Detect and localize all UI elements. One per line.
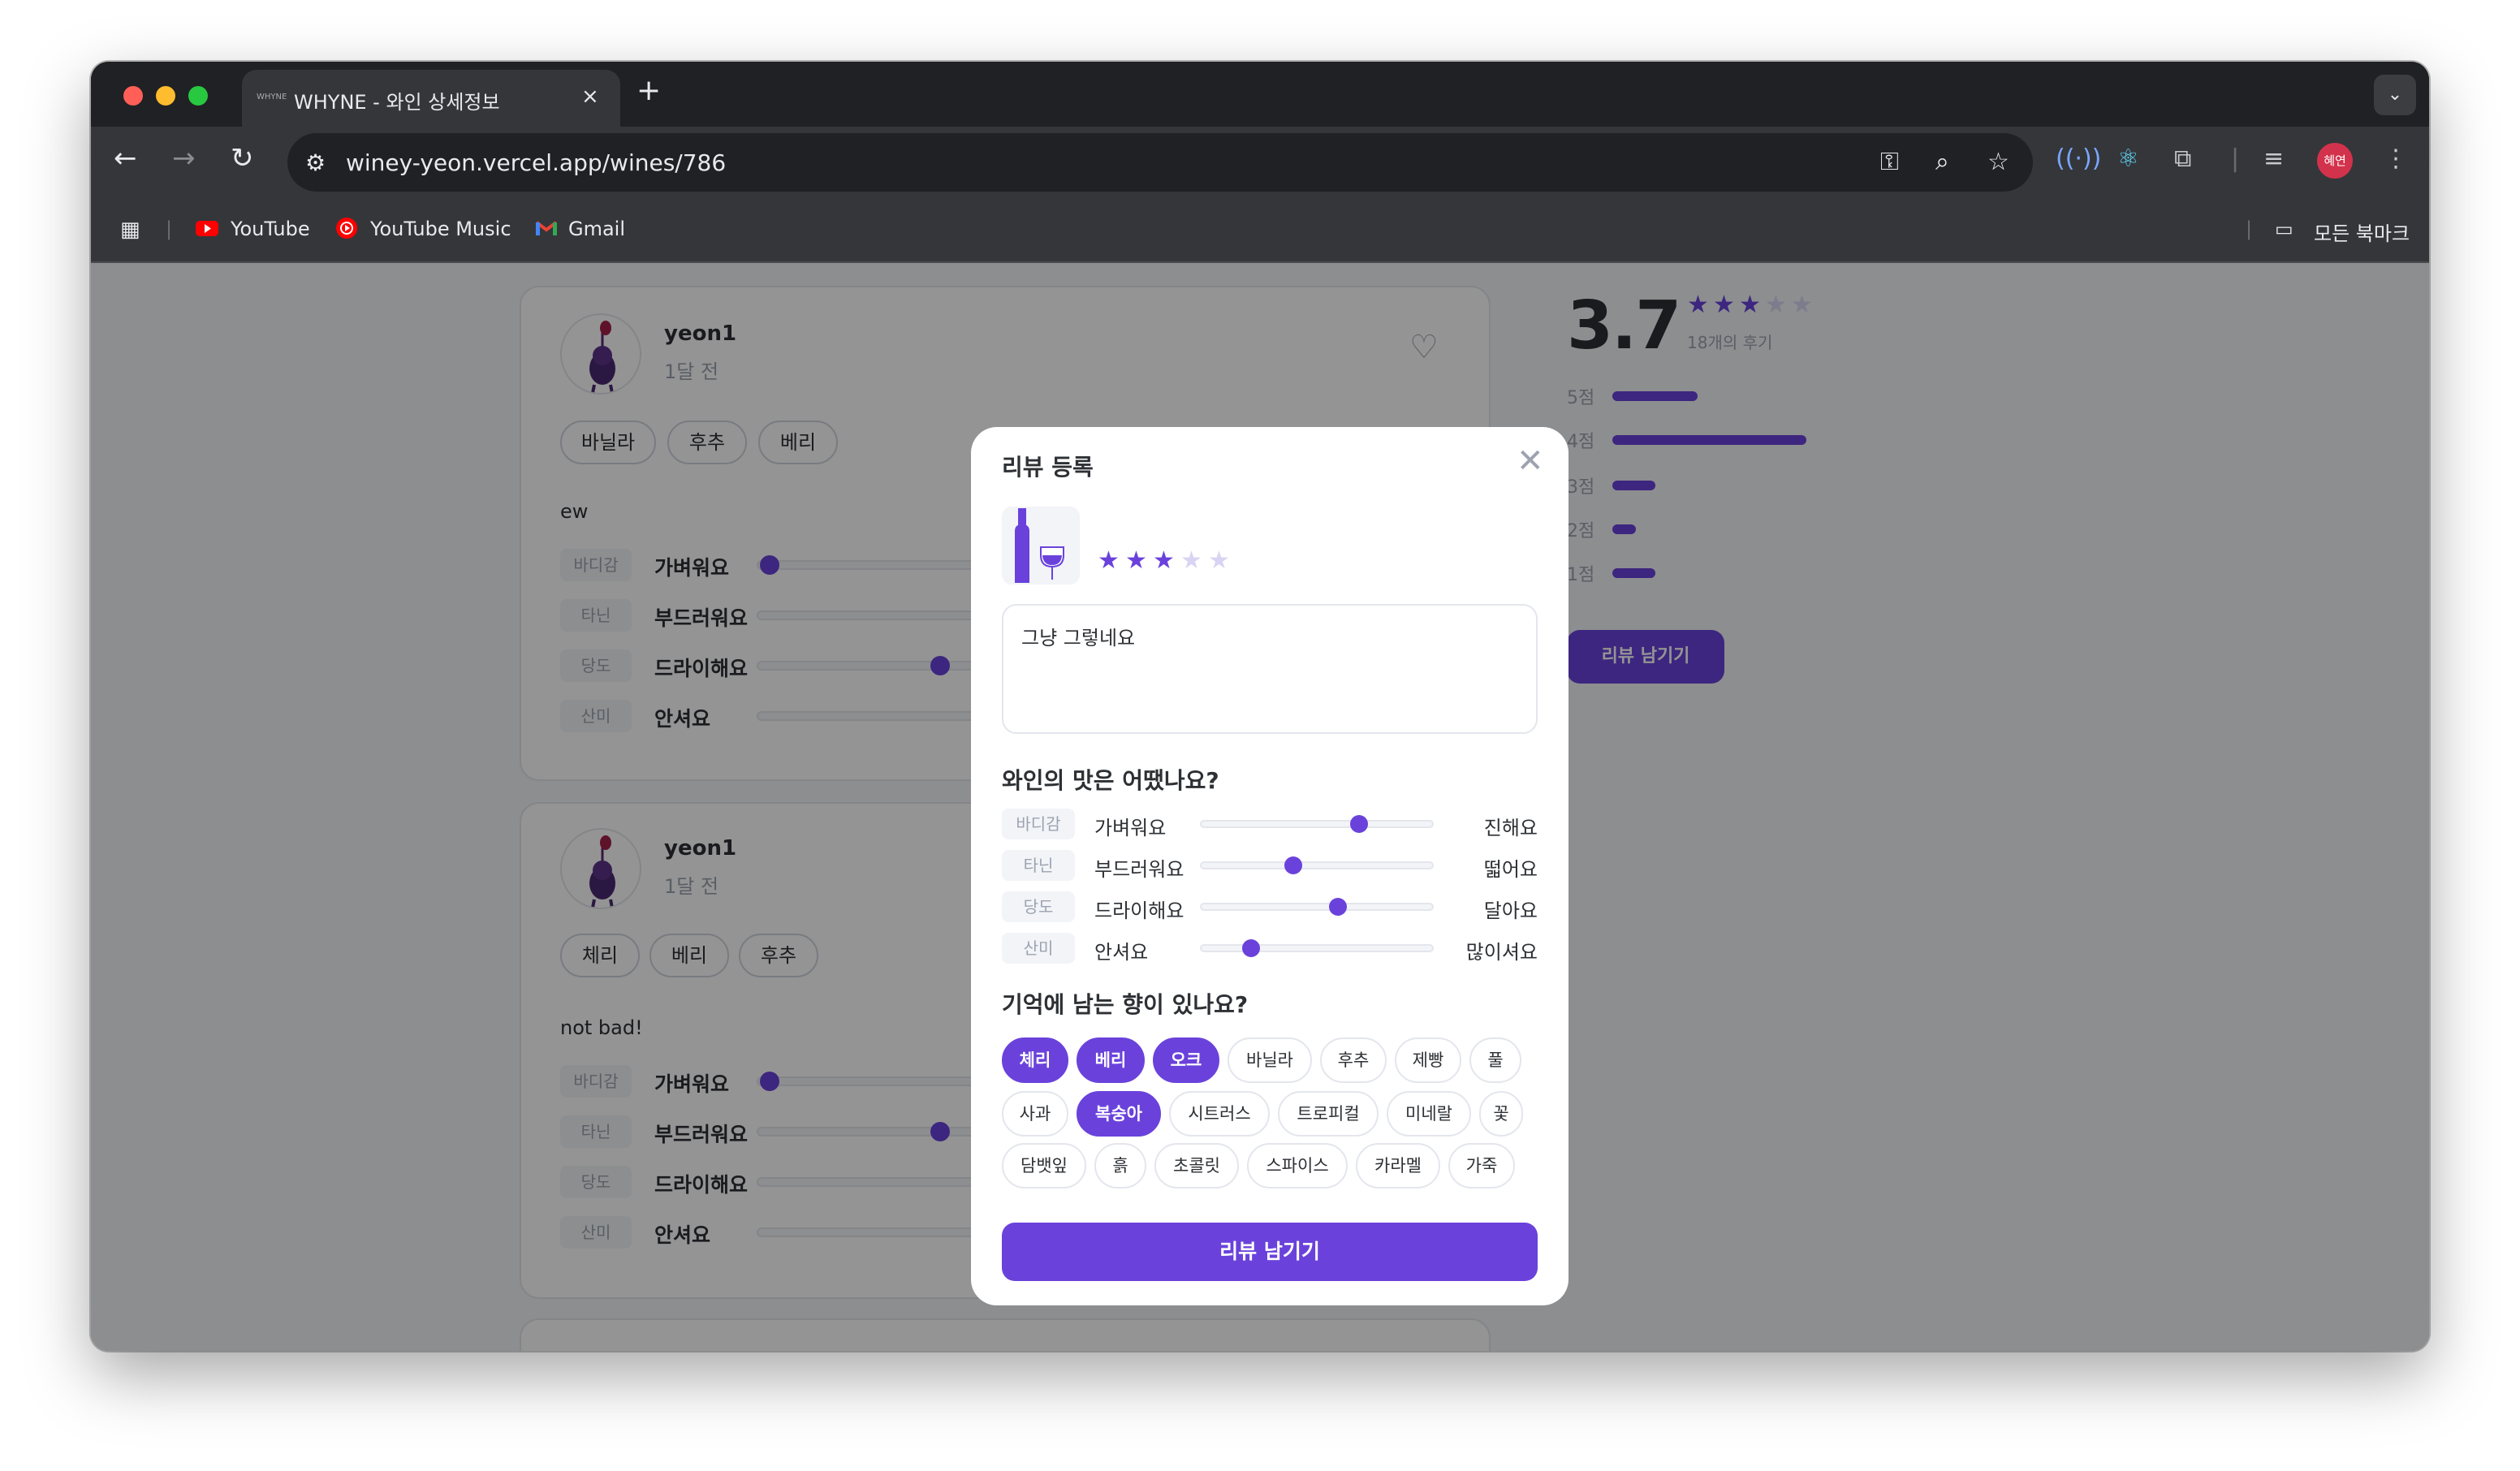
wine-bottle-icon	[1015, 508, 1064, 583]
taste-slider-track[interactable]	[1200, 861, 1434, 869]
rating-star-icon[interactable]: ★	[1153, 549, 1175, 573]
taste-left-label: 안셔요	[1094, 941, 1149, 964]
taste-left-label: 부드러워요	[1094, 858, 1184, 881]
aroma-option[interactable]: 복숭아	[1077, 1091, 1161, 1137]
taste-right-label: 진해요	[1483, 817, 1538, 839]
taste-right-label: 많이셔요	[1465, 941, 1538, 964]
tab-close-icon[interactable]: ×	[581, 84, 599, 109]
youtube-music-icon	[336, 218, 357, 239]
taste-right-label: 떫어요	[1483, 858, 1538, 881]
more-menu-icon[interactable]: ⋮	[2384, 145, 2408, 173]
media-control-icon[interactable]: ≡	[2263, 145, 2284, 173]
bookmark-youtube[interactable]: YouTube	[231, 218, 310, 240]
extensions-puzzle-icon[interactable]: ⧉	[2174, 145, 2191, 173]
aroma-option[interactable]: 트로피컬	[1278, 1091, 1379, 1137]
taste-label: 산미	[1002, 933, 1075, 964]
folder-icon: ▭	[2275, 218, 2293, 240]
aroma-option[interactable]: 제빵	[1395, 1037, 1461, 1083]
page-content: yeon1 1달 전 ♡ 바닐라 후추 베리 ew 바디감 가벼워요 타닌 부드…	[91, 263, 2429, 1351]
tab-title: WHYNE - 와인 상세정보	[294, 91, 500, 114]
rating-star-icon[interactable]: ★	[1208, 549, 1230, 573]
youtube-icon	[196, 221, 218, 236]
browser-window: WHYNE WHYNE - 와인 상세정보 × + ⌄ ← → ↻ ⚙ wine…	[91, 62, 2429, 1351]
bookmarks-divider: |	[2246, 218, 2253, 240]
url-text[interactable]: winey-yeon.vercel.app/wines/786	[346, 149, 726, 176]
back-arrow-icon[interactable]: ←	[114, 145, 137, 172]
taste-slider-track[interactable]	[1200, 903, 1434, 911]
aroma-option[interactable]: 바닐라	[1228, 1037, 1312, 1083]
bookmark-youtube-music[interactable]: YouTube Music	[370, 218, 511, 240]
taste-slider-track[interactable]	[1200, 944, 1434, 952]
react-devtools-icon[interactable]: ⚛	[2117, 145, 2139, 173]
minimize-window-button[interactable]	[156, 86, 175, 106]
forward-arrow-icon[interactable]: →	[172, 145, 196, 172]
address-bar[interactable]: ⚙ winey-yeon.vercel.app/wines/786 ⚿ ⌕ ☆	[287, 133, 2033, 192]
taste-slider-knob[interactable]	[1328, 898, 1347, 916]
rating-star-icon[interactable]: ★	[1180, 549, 1202, 573]
rating-input: ★ ★ ★ ★ ★	[1098, 549, 1244, 578]
aroma-option[interactable]: 시트러스	[1169, 1091, 1270, 1137]
maximize-window-button[interactable]	[188, 86, 208, 106]
taste-slider-knob[interactable]	[1284, 856, 1303, 874]
taste-right-label: 달아요	[1483, 899, 1538, 922]
reload-icon[interactable]: ↻	[231, 145, 254, 172]
aroma-option[interactable]: 체리	[1002, 1037, 1068, 1083]
aroma-option[interactable]: 카라멜	[1356, 1143, 1440, 1188]
gmail-icon	[535, 221, 558, 235]
aroma-option[interactable]: 오크	[1153, 1037, 1219, 1083]
aroma-option[interactable]: 초콜릿	[1154, 1143, 1239, 1188]
aroma-option[interactable]: 사과	[1002, 1091, 1068, 1137]
aroma-option[interactable]: 풀	[1469, 1037, 1521, 1083]
bookmark-star-icon[interactable]: ☆	[1987, 148, 2009, 176]
taste-slider-knob[interactable]	[1242, 939, 1261, 957]
bookmark-gmail[interactable]: Gmail	[568, 218, 625, 240]
review-textarea[interactable]: 그냥 그렇네요	[1002, 604, 1538, 734]
review-modal: 리뷰 등록 ✕ ★ ★ ★ ★ ★ 그냥 그렇네요 와인의 맛은 어땠나요? 바…	[971, 427, 1569, 1305]
taste-slider-track[interactable]	[1200, 820, 1434, 828]
aroma-option[interactable]: 스파이스	[1247, 1143, 1348, 1188]
close-window-button[interactable]	[123, 86, 143, 106]
aroma-option[interactable]: 꽃	[1479, 1091, 1523, 1137]
taste-left-label: 가벼워요	[1094, 817, 1167, 839]
site-info-icon[interactable]: ⚙	[305, 149, 326, 176]
aroma-option[interactable]: 담뱃잎	[1002, 1143, 1086, 1188]
taste-slider-knob[interactable]	[1349, 815, 1368, 833]
tab-favicon: WHYNE	[257, 93, 287, 101]
aroma-option[interactable]: 가죽	[1448, 1143, 1515, 1188]
all-bookmarks-button[interactable]: 모든 북마크	[2314, 218, 2410, 246]
aroma-option[interactable]: 베리	[1077, 1037, 1145, 1083]
bookmarks-bar: ▦ | YouTube YouTube Music Gmail | ▭ 모든 북…	[91, 198, 2429, 263]
taste-label: 바디감	[1002, 809, 1075, 839]
review-textarea-value[interactable]: 그냥 그렇네요	[1021, 622, 1135, 650]
tab-search-button[interactable]: ⌄	[2374, 75, 2416, 115]
taste-heading: 와인의 맛은 어땠나요?	[1002, 767, 1219, 794]
browser-toolbar: ← → ↻ ⚙ winey-yeon.vercel.app/wines/786 …	[91, 127, 2429, 198]
new-tab-button[interactable]: +	[636, 76, 661, 106]
toolbar-divider: |	[2231, 145, 2240, 173]
zoom-icon[interactable]: ⌕	[1935, 148, 1949, 176]
password-key-icon[interactable]: ⚿	[1880, 148, 1899, 176]
profile-avatar[interactable]: 혜연	[2317, 143, 2353, 179]
tab-bar: WHYNE WHYNE - 와인 상세정보 × + ⌄	[91, 62, 2429, 127]
aroma-heading: 기억에 남는 향이 있나요?	[1002, 991, 1249, 1018]
tab-active[interactable]: WHYNE WHYNE - 와인 상세정보 ×	[242, 70, 620, 127]
rating-star-icon[interactable]: ★	[1125, 549, 1147, 573]
taste-left-label: 드라이해요	[1094, 899, 1184, 922]
aroma-option[interactable]: 흙	[1094, 1143, 1146, 1188]
aroma-option[interactable]: 미네랄	[1387, 1091, 1471, 1137]
wine-thumbnail	[1002, 507, 1080, 585]
modal-title: 리뷰 등록	[1002, 454, 1094, 481]
submit-review-button[interactable]: 리뷰 남기기	[1002, 1223, 1538, 1281]
aroma-option[interactable]: 후추	[1320, 1037, 1387, 1083]
extension-cast-icon[interactable]: ((·))	[2056, 145, 2101, 173]
taste-label: 타닌	[1002, 850, 1075, 881]
rating-star-icon[interactable]: ★	[1098, 549, 1120, 573]
bookmarks-divider: |	[166, 218, 173, 240]
apps-grid-icon[interactable]: ▦	[120, 218, 140, 242]
taste-label: 당도	[1002, 891, 1075, 922]
close-icon[interactable]: ✕	[1517, 445, 1544, 477]
